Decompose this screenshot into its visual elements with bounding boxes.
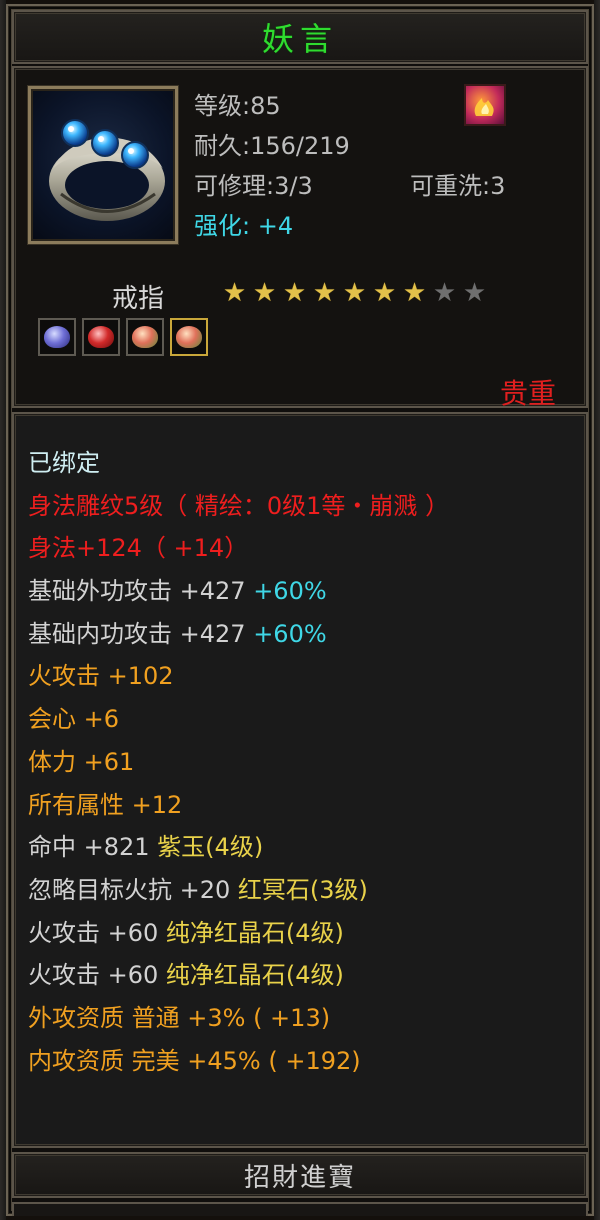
attribute-line: 会心 +6 [28,698,449,741]
fire-skill-icon[interactable] [464,84,506,126]
attribute-line: 外攻资质 普通 +3% ( +13) [28,997,449,1040]
rarity-label: 贵重 [499,377,556,410]
footer-bar: 招財進寶 [12,1152,588,1198]
star-filled-icon: ★ [372,278,397,308]
star-filled-icon: ★ [342,278,367,308]
star-filled-icon: ★ [222,278,247,308]
attribute-line: 火攻击 +60 纯净红晶石(4级) [28,954,449,997]
attribute-line: 火攻击 +60 纯净红晶石(4级) [28,912,449,955]
peach-gem-icon [176,326,202,348]
attribute-list: 已绑定身法雕纹5级（ 精绘：0级1等・崩溅 ） 身法+124（ +14） 基础外功攻… [28,442,449,1082]
item-level: 等级:85 [194,92,281,120]
attribute-line: 体力 +61 [28,741,449,784]
attribute-text: 忽略目标火抗 +20 [28,875,238,904]
attribute-extra: +60% [253,577,327,606]
attribute-line: 基础外功攻击 +427 +60% [28,570,449,613]
attribute-extra: 紫玉(4级) [157,833,264,862]
title-bar: 妖言 [12,10,588,64]
attribute-text: 体力 +61 [28,747,135,776]
attribute-text: 基础外功攻击 +427 [28,577,254,606]
enhance-label: 强化: [194,212,258,240]
star-filled-icon: ★ [282,278,307,308]
item-repairable: 可修理:3/3 [194,172,313,200]
star-filled-icon: ★ [252,278,277,308]
attribute-text: 基础内功攻击 +427 [28,619,254,648]
ring-image [49,119,165,221]
flame-glyph-icon [474,98,494,116]
attribute-panel: 已绑定身法雕纹5级（ 精绘：0级1等・崩溅 ） 身法+124（ +14） 基础外功攻… [12,412,588,1148]
item-type: 戒指 [112,284,165,314]
attribute-line: 身法雕纹5级（ 精绘：0级1等・崩溅 ） [28,485,449,528]
star-empty-icon: ★ [432,278,457,308]
attribute-extra: 红冥石(3级) [237,875,368,904]
attribute-line: 身法+124（ +14） [28,527,449,570]
ring-icon[interactable] [28,86,178,244]
gem-slot-4[interactable] [170,318,208,356]
red-gem-icon [88,326,114,348]
attribute-line: 已绑定 [28,442,449,485]
item-rewashable: 可重洗:3 [410,172,506,200]
peach-gem-icon [132,326,158,348]
attribute-text: 外攻资质 普通 +3% ( +13) [28,1003,331,1032]
enhance-value: +4 [257,212,294,240]
attribute-text: 所有属性 +12 [28,790,183,819]
gem-slot-1[interactable] [38,318,76,356]
attribute-line: 所有属性 +12 [28,784,449,827]
gem-slot-3[interactable] [126,318,164,356]
item-enhance: 强化: +4 [194,206,293,241]
attribute-line: 火攻击 +102 [28,655,449,698]
attribute-line: 内攻资质 完美 +45% ( +192) [28,1040,449,1083]
gem-slot-2[interactable] [82,318,120,356]
attribute-text: 会心 +6 [28,705,120,734]
attribute-text: 已绑定 [28,449,100,477]
attribute-line: 忽略目标火抗 +20 红冥石(3级) [28,869,449,912]
attribute-text: 身法雕纹5级（ 精绘：0级1等・崩溅 ） [28,491,450,520]
item-info-panel: 等级:85 耐久:156/219 可修理:3/3 可重洗:3 强化: +4 戒指… [12,66,588,410]
star-rating: ★ ★ ★ ★ ★ ★ ★ ★ ★ [220,278,489,308]
star-filled-icon: ★ [402,278,427,308]
item-durability: 耐久:156/219 [194,132,350,160]
item-name: 妖言 [261,20,338,58]
gem-sockets [38,318,208,356]
attribute-text: 命中 +821 [28,833,158,862]
attribute-extra: 纯净红晶石(4级) [165,918,344,947]
star-filled-icon: ★ [312,278,337,308]
attribute-text: 火攻击 +102 [28,662,174,691]
blue-gem-icon [44,326,70,348]
footer-text: 招財進寶 [243,1162,356,1193]
attribute-text: 火攻击 +60 [28,918,166,947]
attribute-line: 命中 +821 紫玉(4级) [28,826,449,869]
attribute-extra: +60% [253,619,327,648]
star-empty-icon: ★ [462,278,487,308]
right-edge [594,0,600,1220]
attribute-text: 内攻资质 完美 +45% ( +192) [28,1046,361,1075]
attribute-text: 火攻击 +60 [28,961,166,990]
attribute-extra: 纯净红晶石(4级) [165,961,344,990]
attribute-text: 身法+124（ +14） [28,534,249,563]
attribute-line: 基础内功攻击 +427 +60% [28,613,449,656]
bottom-strip [12,1202,588,1216]
